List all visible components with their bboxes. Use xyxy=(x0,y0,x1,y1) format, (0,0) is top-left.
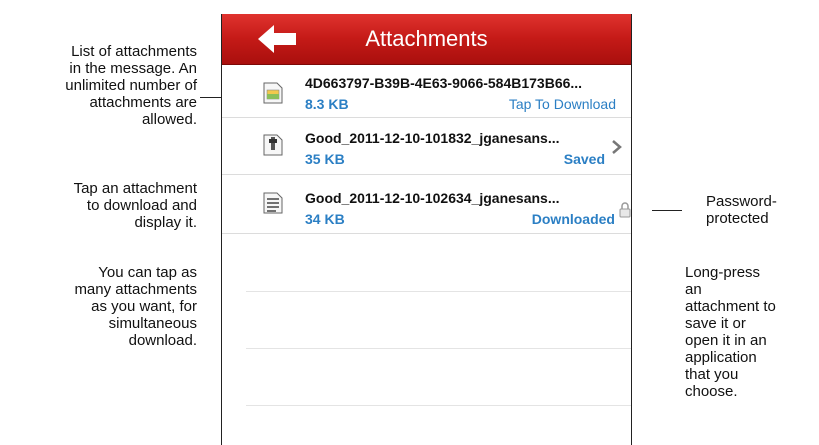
annotation-line: List of attachments xyxy=(71,43,197,60)
attachment-name: Good_2011-12-10-102634_jganesans... xyxy=(305,190,560,206)
attachment-row[interactable]: 4D663797-B39B-4E63-9066-584B173B66... 8.… xyxy=(222,65,631,118)
attachment-row[interactable]: Good_2011-12-10-102634_jganesans... 34 K… xyxy=(222,175,631,234)
attachment-row[interactable]: Good_2011-12-10-101832_jganesans... 35 K… xyxy=(222,118,631,175)
annotation-line: to download and xyxy=(86,197,197,214)
annotation-line: attachment to xyxy=(685,298,776,315)
annotation-line: download. xyxy=(128,332,197,349)
annotation-line: an xyxy=(685,281,702,298)
annotation-line: protected xyxy=(706,210,769,227)
attachment-status: Tap To Download xyxy=(508,96,616,112)
annotation-line: You can tap as xyxy=(98,264,197,281)
image-file-icon xyxy=(263,82,283,104)
annotation-line: Long-press xyxy=(685,264,761,281)
annotation-tap-download: Tap an attachment to download and displa… xyxy=(0,180,197,231)
attachment-name: 4D663797-B39B-4E63-9066-584B173B66... xyxy=(305,75,583,91)
annotation-line: open it in an xyxy=(685,332,767,349)
page-title: Attachments xyxy=(365,26,488,51)
annotation-line: that you xyxy=(685,366,739,383)
lock-icon xyxy=(619,202,631,218)
attachment-status: Saved xyxy=(563,151,605,167)
annotation-line: display it. xyxy=(134,214,197,231)
annotation-line: save it or xyxy=(685,315,746,332)
zip-file-icon xyxy=(263,134,283,156)
annotation-line: application xyxy=(685,349,757,366)
list-separator xyxy=(246,348,631,349)
chevron-right-icon[interactable] xyxy=(611,140,623,154)
phone-screen: Attachments 4D663797-B39B-4E63-9066-584B… xyxy=(221,14,632,445)
annotation-line: as you want, for xyxy=(91,298,197,315)
annotation-line: many attachments xyxy=(74,281,197,298)
annotation-line: allowed. xyxy=(141,111,197,128)
list-separator xyxy=(246,291,631,292)
annotation-line: unlimited number of xyxy=(65,77,197,94)
attachment-size: 35 KB xyxy=(305,151,345,167)
text-file-icon xyxy=(263,192,283,214)
annotation-line: simultaneous xyxy=(108,315,197,332)
attachment-size: 34 KB xyxy=(305,211,345,227)
annotation-multiple-download: You can tap as many attachments as you w… xyxy=(0,264,197,349)
annotation-line: choose. xyxy=(685,383,738,400)
list-separator xyxy=(246,405,631,406)
attachment-size: 8.3 KB xyxy=(305,96,349,112)
leader-line-password xyxy=(652,210,682,211)
attachment-status: Downloaded xyxy=(531,211,615,227)
annotation-long-press: Long-press an attachment to save it or o… xyxy=(685,264,819,400)
navigation-bar: Attachments xyxy=(222,14,631,65)
annotation-line: Tap an attachment xyxy=(73,180,197,197)
attachment-name: Good_2011-12-10-101832_jganesans... xyxy=(305,130,560,146)
annotation-line: Password- xyxy=(706,193,777,210)
annotation-line: attachments are xyxy=(89,94,197,111)
annotation-attachment-list: List of attachments in the message. An u… xyxy=(0,43,197,128)
annotation-line: in the message. An xyxy=(69,60,197,77)
annotation-password-protected: Password- protected xyxy=(706,193,816,227)
